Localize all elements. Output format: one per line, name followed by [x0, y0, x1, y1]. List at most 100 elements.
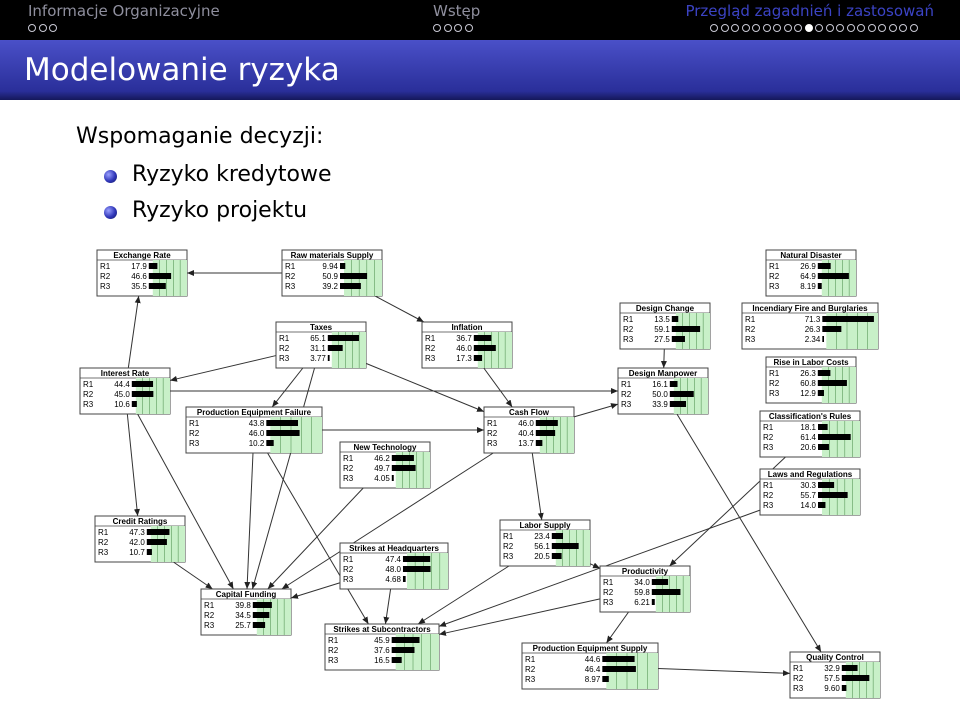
row-value: 12.9 [800, 389, 816, 398]
node-design[interactable]: Design ChangeR1 13.5 R2 59.1 R3 27.5 [619, 302, 711, 350]
row-label: R3 [745, 335, 756, 344]
row-value: 57.5 [824, 674, 840, 683]
node-laws[interactable]: Laws and Regulations R1 30.3 R2 55.7 R3 14.0 [759, 468, 861, 516]
row-value: 30.3 [800, 481, 816, 490]
nav-dot[interactable] [794, 24, 802, 32]
nav-dot[interactable] [888, 24, 897, 32]
nav-section-org-info[interactable]: Informacje Organizacyjne [28, 1, 220, 21]
nav-dot[interactable] [433, 24, 441, 32]
probability-bar [602, 676, 609, 682]
node-laborsupply[interactable]: Labor Supply R1 23.4 R2 56.1 R3 20.5 [499, 519, 591, 567]
nav-dot[interactable] [28, 24, 36, 32]
row-label: R1 [328, 636, 339, 645]
probability-bar [327, 335, 359, 341]
edge-laborsupply-productivity [589, 562, 601, 569]
nav-dot[interactable] [857, 24, 865, 32]
nav-dot[interactable] [762, 24, 771, 32]
nav-dot[interactable] [464, 24, 473, 32]
node-interest[interactable]: Interest Rate R1 44.4 R2 45.0 R3 10.6 [79, 367, 171, 415]
nav-dot[interactable] [752, 24, 760, 32]
nav-dot[interactable] [49, 24, 57, 32]
node-title: Quality Control [806, 653, 864, 662]
nav-dot[interactable] [899, 24, 907, 32]
node-fire[interactable]: Incendiary Fire and Burglaries R1 71.3 R2 26… [741, 302, 879, 350]
row-label: R1 [100, 262, 111, 271]
row-value: 55.7 [800, 491, 816, 500]
row-label: R3 [83, 400, 94, 409]
nav-dot[interactable] [815, 24, 823, 32]
row-label: R3 [793, 684, 804, 693]
nav-dot[interactable] [773, 24, 781, 32]
nav-dot[interactable] [38, 24, 47, 32]
row-value: 47.4 [385, 555, 401, 564]
intro-text: Wspomaganie decyzji: [76, 124, 324, 149]
node-productivity[interactable]: Productivity R1 34.0 R2 59.8 R3 6.21 [599, 565, 691, 613]
node-classrules[interactable]: Classification's Rules R1 18.1 R2 61.4 R3 20.6 [759, 410, 861, 458]
probability-bar [131, 381, 154, 387]
node-pes[interactable]: Production Equipment Supply R1 44.6 R2 46.4 R… [521, 642, 659, 690]
row-value: 56.1 [534, 542, 550, 551]
node-rawmat[interactable]: Raw materials Supply R1 9.94 R2 50.9 R3 39.2 [281, 249, 383, 297]
node-strikes_sub[interactable]: Strikes at Subcontractors R1 45.9 R2 37.6 R3 1… [324, 623, 440, 671]
nav-dot[interactable] [846, 24, 855, 32]
nav-dot[interactable] [836, 24, 844, 32]
row-label: R1 [487, 419, 498, 428]
node-pef[interactable]: Production Equipment Failure R1 43.8 R2 46.0… [185, 406, 323, 454]
nav-dot[interactable] [825, 24, 834, 32]
node-labor_costs[interactable]: Rise in Labor Costs R1 26.3 R2 60.8 R3 12.9 [765, 356, 857, 404]
row-label: R3 [769, 282, 780, 291]
row-label: R2 [503, 542, 514, 551]
node-title: Interest Rate [101, 369, 150, 378]
node-inflation[interactable]: Inflation R1 36.7 R2 46.0 R3 17.3 [421, 321, 513, 369]
node-cashflow[interactable]: Cash Flow R1 46.0 R2 40.4 R3 13.7 [483, 406, 575, 454]
edge-productivity-strikes_sub [438, 598, 601, 636]
nav-dot[interactable] [710, 24, 718, 32]
node-taxes[interactable]: Taxes R1 65.1 R2 31.1 R3 3.77 [275, 321, 367, 369]
row-label: R2 [328, 646, 339, 655]
row-label: R1 [83, 380, 94, 389]
row-value: 39.2 [322, 282, 338, 291]
node-capital[interactable]: Capital FundingR1 39.8 R2 34.5 R3 25.7 [200, 588, 292, 636]
bullet-icon [104, 170, 117, 183]
node-strikes_hq[interactable]: Strikes at Headquarters R1 47.4 R2 48.0 R3 4.6… [339, 542, 449, 590]
probability-bar [473, 355, 483, 361]
nav-dot[interactable] [783, 24, 792, 32]
node-newtech[interactable]: New TechnologyR1 46.2 R2 49.7 R3 4.05 [339, 441, 431, 489]
edge-strikes_hq-strikes_sub [383, 588, 392, 625]
node-natdis[interactable]: Natural DisasterR1 26.9 R2 64.9 R3 8.19 [765, 249, 857, 297]
nav-dot[interactable] [741, 24, 750, 32]
nav-dot[interactable] [720, 24, 729, 32]
nav-dot[interactable] [804, 24, 813, 32]
nav-dot[interactable] [454, 24, 462, 32]
nav-dot[interactable] [731, 24, 739, 32]
nav-dot[interactable] [909, 24, 918, 32]
probability-bar [551, 553, 562, 559]
probability-bar [340, 263, 346, 269]
edge-pef-capital [244, 452, 254, 590]
row-value: 9.60 [824, 684, 840, 693]
row-value: 20.5 [534, 552, 550, 561]
probability-bar [473, 345, 496, 351]
nav-dot[interactable] [867, 24, 876, 32]
row-label: R2 [793, 674, 804, 683]
probability-bar [535, 430, 556, 436]
row-label: R3 [623, 335, 634, 344]
row-value: 6.21 [634, 598, 650, 607]
list-item-credit-risk: Ryzyko kredytowe [132, 162, 332, 187]
probability-bar [391, 465, 416, 471]
node-quality[interactable]: Quality ControlR1 32.9 R2 57.5 R3 9.60 [789, 651, 881, 699]
row-value: 39.8 [235, 601, 251, 610]
node-credit[interactable]: Credit Ratings R1 47.3 R2 42.0 R3 10.7 [94, 515, 186, 563]
row-label: R1 [621, 380, 632, 389]
node-exchange[interactable]: Exchange RateR1 17.9 R2 46.6 R3 35.5 [96, 249, 188, 297]
row-label: R3 [189, 439, 200, 448]
row-label: R1 [763, 423, 774, 432]
nav-dot[interactable] [878, 24, 886, 32]
probability-bar [327, 355, 330, 361]
row-value: 43.8 [249, 419, 265, 428]
nav-dot[interactable] [443, 24, 452, 32]
row-value: 34.0 [634, 578, 650, 587]
nav-section-intro[interactable]: Wstęp [433, 1, 480, 21]
nav-section-overview[interactable]: Przegląd zagadnień i zastosowań [685, 1, 934, 21]
node-manpower[interactable]: Design Manpower R1 16.1 R2 50.0 R3 33.9 [617, 367, 709, 415]
